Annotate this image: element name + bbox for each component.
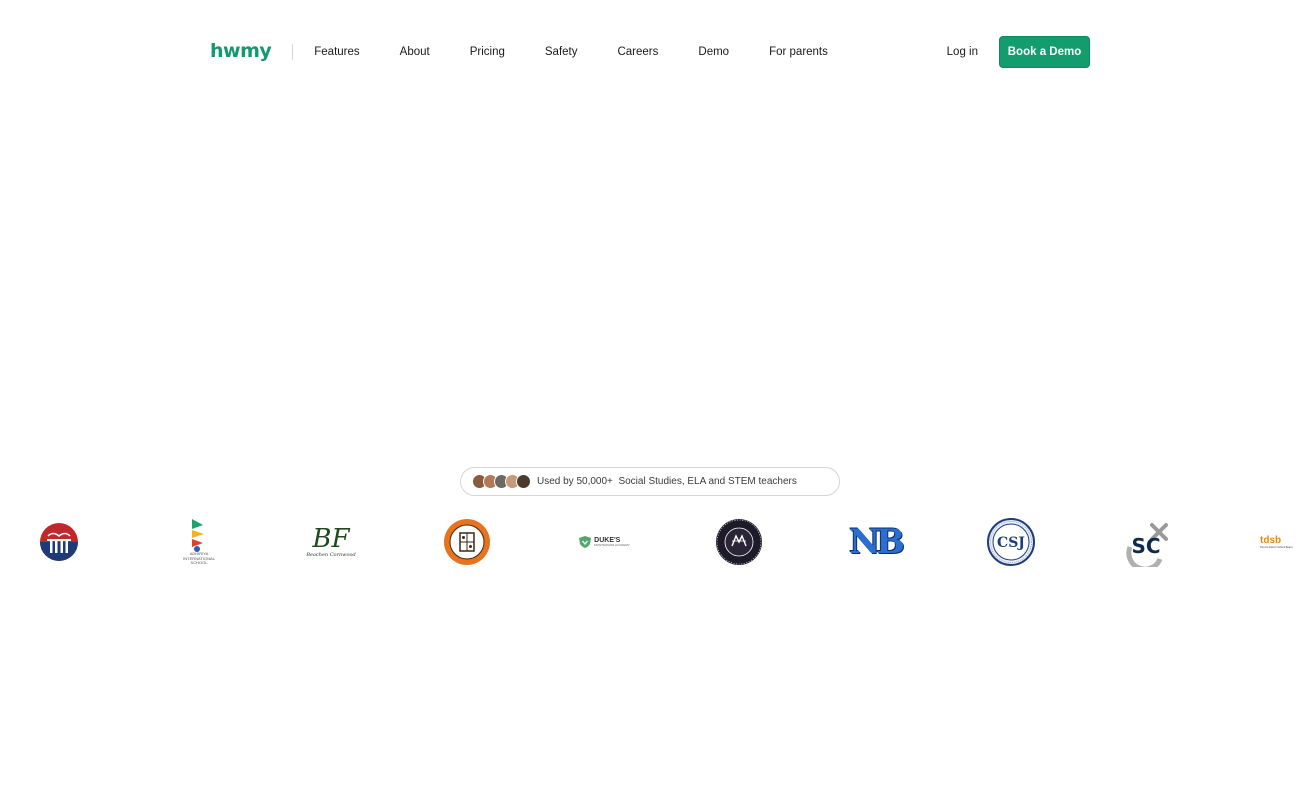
school-logo-pillars: [32, 515, 86, 569]
sc-mark-icon: SC: [1126, 523, 1168, 567]
dukes-logo-subtext: MONTESSORI ACADEMY: [594, 542, 630, 547]
school-logo-nb: NB: [848, 515, 905, 569]
nav-link-about[interactable]: About: [400, 46, 430, 58]
school-logo-adhiriya: ADHIRIYA INTERNATIONAL SCHOOL: [172, 515, 226, 569]
csj-emblem-text: CSJ: [997, 535, 1025, 551]
top-nav: hwmy Features About Pricing Safety Caree…: [210, 36, 1090, 68]
avatar: [516, 474, 531, 489]
adhiriya-mark-icon: [192, 519, 204, 553]
bf-logo-text: BF: [312, 524, 350, 554]
adhiriya-logo-text: ADHIRIYA INTERNATIONAL SCHOOL: [183, 551, 215, 566]
nav-link-for-parents[interactable]: For parents: [769, 46, 828, 58]
school-logo-dark-seal: [712, 515, 766, 569]
dukes-text-block: DUKE'S MONTESSORI ACADEMY: [594, 537, 630, 548]
landing-page: hwmy Features About Pricing Safety Caree…: [0, 0, 1300, 788]
login-link[interactable]: Log in: [947, 46, 978, 58]
tdsb-logo-subtext: Toronto District School Board: [1260, 545, 1293, 549]
school-logo-navy-emblem: CSJ: [984, 515, 1038, 569]
book-demo-button[interactable]: Book a Demo: [999, 36, 1090, 68]
nav-link-safety[interactable]: Safety: [545, 46, 578, 58]
nav-link-demo[interactable]: Demo: [698, 46, 729, 58]
dukes-shield-icon: [579, 536, 592, 548]
nav-link-features[interactable]: Features: [314, 46, 359, 58]
orange-seal-icon: [444, 519, 490, 565]
pillars-seal-icon: [40, 523, 78, 561]
school-logo-bf: BF Beachen Cornwood: [304, 515, 358, 569]
nav-link-careers[interactable]: Careers: [617, 46, 658, 58]
school-logo-orange-seal: [440, 515, 494, 569]
sc-mark-text: SC: [1131, 534, 1160, 558]
nav-links: Features About Pricing Safety Careers De…: [314, 46, 828, 58]
tdsb-logo-text: tdsb: [1260, 534, 1282, 546]
school-logo-dukes: DUKE'S MONTESSORI ACADEMY: [576, 515, 632, 569]
school-logo-strip: ADHIRIYA INTERNATIONAL SCHOOL BF Beachen…: [0, 515, 1300, 569]
brand-logo[interactable]: hwmy: [210, 41, 272, 61]
nav-divider: [292, 44, 294, 60]
teacher-avatars: [472, 474, 531, 489]
school-logo-tdsb: tdsb Toronto District School Board: [1258, 515, 1300, 569]
nb-logo-text: NB: [849, 522, 905, 562]
teachers-badge: Used by 50,000+ Social Studies, ELA and …: [460, 467, 840, 496]
bf-logo-subtext: Beachen Cornwood: [306, 552, 356, 558]
teachers-count-text: Used by 50,000+ Social Studies, ELA and …: [537, 476, 797, 487]
nav-actions: Log in Book a Demo: [947, 36, 1090, 68]
navy-emblem-icon: CSJ: [987, 518, 1035, 566]
school-logo-sc: SC: [1120, 515, 1174, 569]
dark-seal-icon: [716, 519, 762, 565]
nav-link-pricing[interactable]: Pricing: [470, 46, 505, 58]
